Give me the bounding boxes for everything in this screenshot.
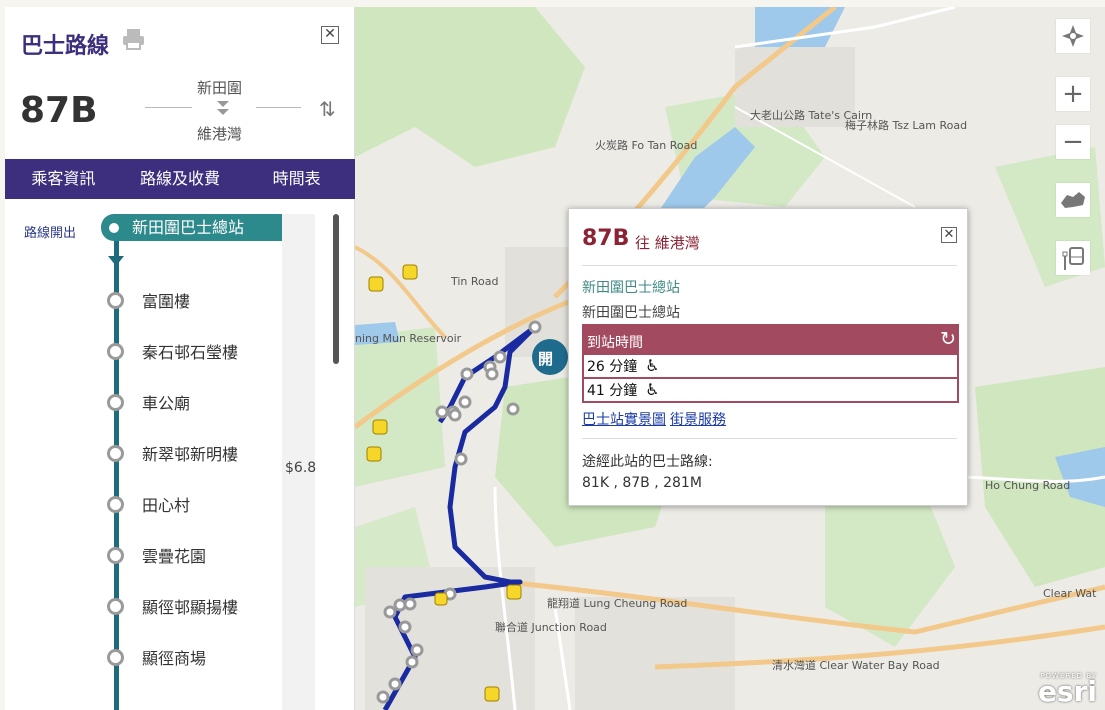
esri-logo: esri <box>1037 675 1097 708</box>
eta-row: 26 分鐘 ♿ <box>584 355 957 377</box>
esri-attribution[interactable]: POWERED BY esri <box>1037 672 1097 708</box>
stop-circle <box>107 343 124 360</box>
popup-route-number: 87B <box>582 226 630 251</box>
divider <box>145 107 192 108</box>
tab-timetable[interactable]: 時間表 <box>238 159 355 199</box>
tab-route-fare[interactable]: 路線及收費 <box>122 159 239 199</box>
stop-dot <box>109 223 119 233</box>
route-origin: 新田圍 <box>197 79 243 97</box>
stop-name: 雲疊花園 <box>142 547 207 566</box>
tab-passenger-info[interactable]: 乘客資訊 <box>5 159 122 199</box>
zoom-out-button[interactable]: − <box>1056 125 1090 159</box>
stop-circle <box>107 649 124 666</box>
bus-stop-icon <box>1062 247 1084 270</box>
wheelchair-icon: ♿ <box>645 356 660 375</box>
tab-bar: 乘客資訊 路線及收費 時間表 <box>5 159 355 199</box>
popup-stop-link[interactable]: 新田圍巴士總站 <box>582 277 680 297</box>
panel-title: 巴士路線 <box>21 34 110 59</box>
print-icon[interactable] <box>121 27 146 51</box>
basemap-icon <box>1061 192 1085 208</box>
eta-time: 26 分鐘 <box>587 359 638 375</box>
park-area <box>355 7 585 167</box>
route-number: 87B <box>20 90 98 131</box>
popup-close-button[interactable]: ✕ <box>941 227 957 243</box>
map-label-clear-water: 清水灣道 Clear Water Bay Road <box>772 659 940 672</box>
eta-time: 41 分鐘 <box>587 383 638 399</box>
route-destination: 維港灣 <box>197 125 243 143</box>
stop-circle <box>107 394 124 411</box>
divider <box>582 438 957 439</box>
divider <box>256 107 301 108</box>
map-label-reservoir: ning Mun Reservoir <box>355 332 462 345</box>
stop-name: 田心村 <box>142 496 191 515</box>
marker-label: 開 <box>538 350 554 368</box>
chevron-down-icon <box>217 101 229 115</box>
stop-name: 富圍樓 <box>142 292 191 311</box>
map-label-junction: 聯合道 Junction Road <box>495 621 607 634</box>
street-view-link[interactable]: 街景服務 <box>670 412 726 428</box>
wheelchair-icon: ♿ <box>645 380 660 399</box>
stop-name: 秦石邨石瑩樓 <box>142 343 239 362</box>
first-stop-label: 新田圍巴士總站 <box>132 218 245 237</box>
stop-circle <box>107 445 124 462</box>
eta-header: 到站時間 <box>587 335 643 351</box>
route-start-label: 路線開出 <box>24 226 77 241</box>
route-panel: 巴士路線 ✕ 87B 新田圍 維港灣 ⇅ 乘客資訊 路線及收費 時間表 $6.8… <box>5 7 355 710</box>
scrollbar[interactable] <box>333 214 339 364</box>
stop-name: 新翠邨新明樓 <box>142 445 239 464</box>
panel-close-button[interactable]: ✕ <box>321 26 339 44</box>
map-label-tsz-lam: 梅子林路 Tsz Lam Road <box>845 119 968 132</box>
highway <box>355 245 447 339</box>
basemap-button[interactable] <box>1056 183 1090 217</box>
stop-circle <box>107 292 124 309</box>
via-routes-label: 途經此站的巴士路線: <box>582 454 713 470</box>
stop-photo-link[interactable]: 巴士站實景圖 <box>582 412 666 428</box>
map-label-lung-cheung: 龍翔道 Lung Cheung Road <box>547 597 688 610</box>
locate-icon <box>1062 25 1084 47</box>
zoom-in-icon: + <box>1062 79 1084 109</box>
stop-circle <box>107 496 124 513</box>
map-label-clear-wat: Clear Wat <box>1043 587 1097 600</box>
stop-name: 顯徑邨顯揚樓 <box>142 598 239 617</box>
urban-block <box>575 597 735 710</box>
eta-row: 41 分鐘 ♿ <box>584 379 957 401</box>
map-label-ho-chung: Ho Chung Road <box>985 479 1071 492</box>
popup-links: 巴士站實景圖 街景服務 <box>582 409 730 429</box>
stop-circle <box>107 547 124 564</box>
popup-direction: 往 維港灣 <box>635 234 700 252</box>
zoom-in-button[interactable]: + <box>1056 77 1090 111</box>
refresh-icon[interactable]: ↻ <box>940 328 956 350</box>
locate-button[interactable] <box>1056 19 1090 53</box>
park-area <box>355 327 445 487</box>
swap-direction-icon[interactable]: ⇅ <box>319 97 336 121</box>
stop-name: 顯徑商場 <box>142 649 207 668</box>
via-routes-list: 81K , 87B , 281M <box>582 475 702 491</box>
zoom-out-icon: − <box>1062 127 1084 157</box>
first-stop[interactable]: 新田圍巴士總站 <box>101 214 282 241</box>
stop-circle <box>107 598 124 615</box>
bus-stop-button[interactable] <box>1056 241 1090 275</box>
stop-popup: 87B 往 維港灣 ✕ 新田圍巴士總站 新田圍巴士總站 到站時間 ↻ 26 分鐘… <box>568 208 968 506</box>
map-label-fo-tan: 火炭路 Fo Tan Road <box>595 139 698 152</box>
route-line <box>114 241 119 710</box>
popup-stop-name: 新田圍巴士總站 <box>582 305 680 321</box>
map-label-road: Tin Road <box>451 275 499 288</box>
stop-name: 車公廟 <box>142 394 191 413</box>
route-direction-arrow <box>108 256 124 266</box>
divider <box>582 265 957 266</box>
fare-value: $6.8 <box>285 460 317 476</box>
eta-box: 到站時間 ↻ 26 分鐘 ♿ 41 分鐘 ♿ <box>582 324 959 403</box>
